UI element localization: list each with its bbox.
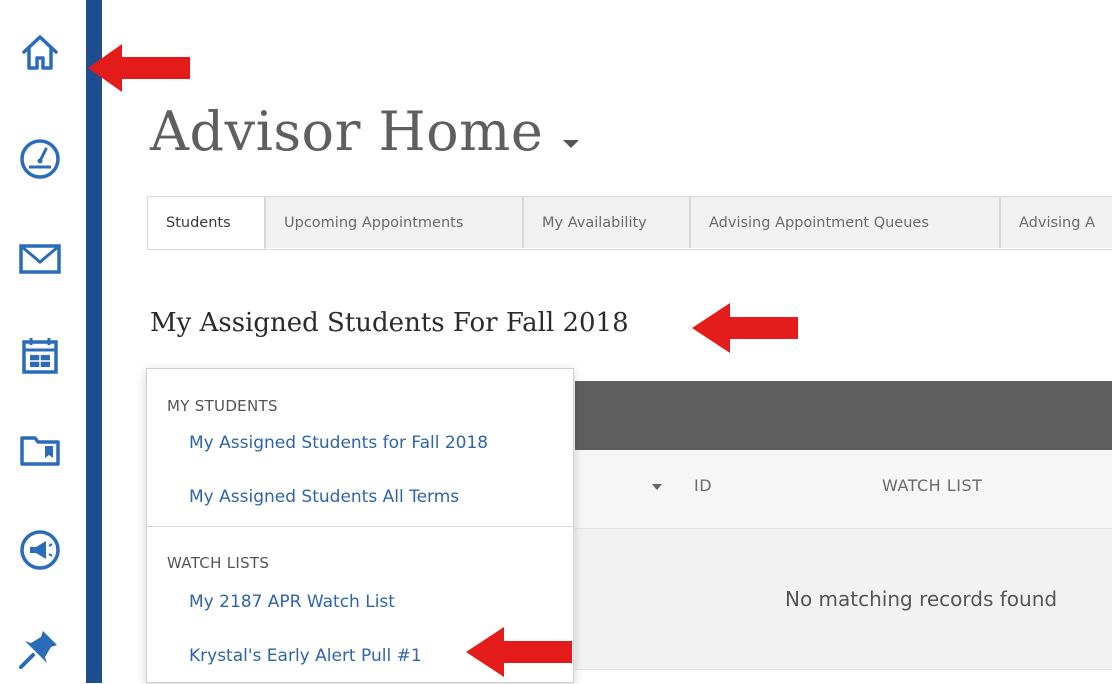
column-header-id[interactable]: ID <box>694 476 712 495</box>
mail-icon[interactable] <box>10 228 70 288</box>
section-heading: My Assigned Students For Fall 2018 <box>150 308 629 338</box>
dropdown-item-early-alert-pull[interactable]: Krystal's Early Alert Pull #1 <box>189 646 422 666</box>
dropdown-item-assigned-all-terms[interactable]: My Assigned Students All Terms <box>189 487 459 507</box>
table-footer <box>575 669 1112 684</box>
tab-upcoming-appointments[interactable]: Upcoming Appointments <box>265 196 523 248</box>
folder-icon[interactable] <box>10 420 70 480</box>
dropdown-divider <box>147 526 573 527</box>
red-arrow-icon <box>466 627 572 677</box>
dashboard-icon[interactable] <box>10 128 70 188</box>
red-arrow-icon <box>88 44 190 92</box>
announcement-icon[interactable] <box>10 520 70 580</box>
title-dropdown-caret-icon[interactable] <box>563 140 579 148</box>
red-arrow-icon <box>692 303 798 353</box>
dropdown-item-assigned-fall-2018[interactable]: My Assigned Students for Fall 2018 <box>189 433 488 453</box>
tab-bar: Students Upcoming Appointments My Availa… <box>147 196 1112 250</box>
page-title: Advisor Home <box>150 100 544 163</box>
tab-students[interactable]: Students <box>147 196 265 249</box>
nav-rail-bar <box>86 12 102 683</box>
dropdown-group-header: MY STUDENTS <box>167 397 278 415</box>
dropdown-item-apr-watch-list[interactable]: My 2187 APR Watch List <box>189 592 395 612</box>
sort-caret-icon[interactable] <box>652 484 662 490</box>
home-icon[interactable] <box>10 22 70 82</box>
left-nav-rail <box>0 0 86 683</box>
tab-my-availability[interactable]: My Availability <box>523 196 690 248</box>
pin-icon[interactable] <box>10 618 70 678</box>
column-header-watch-list[interactable]: WATCH LIST <box>882 476 982 495</box>
tab-advising-a[interactable]: Advising A <box>1000 196 1112 248</box>
calendar-icon[interactable] <box>10 326 70 386</box>
table-toolbar <box>575 381 1112 450</box>
nav-rail-bar <box>86 0 102 12</box>
empty-table-message: No matching records found <box>785 587 1058 611</box>
tab-advising-appointment-queues[interactable]: Advising Appointment Queues <box>690 196 1000 248</box>
dropdown-group-header: WATCH LISTS <box>167 554 270 572</box>
